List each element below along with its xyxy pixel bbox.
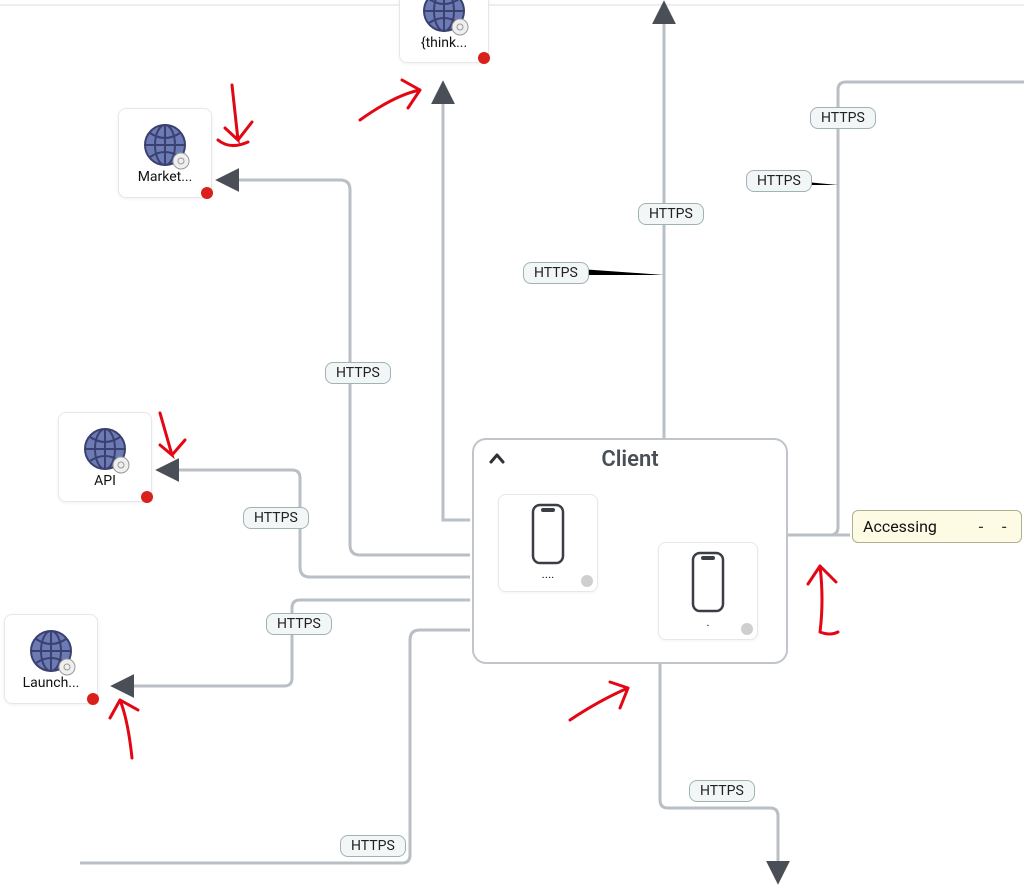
note-trailing: - - bbox=[976, 517, 1011, 536]
globe-icon bbox=[143, 123, 187, 167]
phone-icon bbox=[689, 551, 727, 613]
status-indicator bbox=[581, 575, 593, 587]
edge-label-https: HTTPS bbox=[810, 107, 876, 129]
chevron-up-icon[interactable] bbox=[488, 450, 506, 468]
status-indicator bbox=[87, 693, 99, 705]
globe-icon bbox=[422, 0, 466, 33]
gear-icon bbox=[58, 658, 76, 676]
node-market[interactable]: Market... bbox=[118, 108, 212, 198]
edge-label-https: HTTPS bbox=[638, 203, 704, 225]
edge-label-https: HTTPS bbox=[340, 835, 406, 857]
node-api[interactable]: API bbox=[58, 412, 152, 502]
node-label: Launch... bbox=[23, 675, 80, 691]
status-indicator bbox=[478, 52, 490, 64]
note-accessing[interactable]: Accessing - - bbox=[852, 510, 1022, 543]
edge-label-https: HTTPS bbox=[325, 362, 391, 384]
edge-label-https: HTTPS bbox=[266, 613, 332, 635]
device-label: . bbox=[706, 615, 709, 629]
gear-icon bbox=[112, 456, 130, 474]
gear-icon bbox=[451, 18, 469, 36]
device-label: .... bbox=[542, 567, 555, 581]
phone-icon bbox=[529, 503, 567, 565]
node-label: {think... bbox=[421, 35, 467, 51]
status-indicator bbox=[741, 623, 753, 635]
note-text: Accessing bbox=[863, 517, 937, 536]
globe-icon bbox=[29, 629, 73, 673]
node-label: API bbox=[94, 473, 116, 489]
node-launch[interactable]: Launch... bbox=[4, 614, 98, 704]
edge-label-https: HTTPS bbox=[689, 780, 755, 802]
client-device-1[interactable]: .... bbox=[498, 494, 598, 592]
client-device-2[interactable]: . bbox=[658, 542, 758, 640]
globe-icon bbox=[83, 427, 127, 471]
node-label: Market... bbox=[138, 169, 193, 185]
group-title: Client bbox=[601, 447, 658, 472]
node-think[interactable]: {think... bbox=[399, 0, 489, 63]
edge-label-https: HTTPS bbox=[523, 262, 589, 284]
diagram-canvas[interactable]: HTTPS HTTPS HTTPS HTTPS HTTPS HTTPS HTTP… bbox=[0, 0, 1024, 895]
status-indicator bbox=[141, 491, 153, 503]
edge-label-https: HTTPS bbox=[243, 507, 309, 529]
group-header: Client bbox=[474, 440, 786, 478]
gear-icon bbox=[172, 152, 190, 170]
edge-label-https: HTTPS bbox=[746, 170, 812, 192]
group-client[interactable]: Client .... . bbox=[472, 438, 788, 664]
status-indicator bbox=[201, 187, 213, 199]
